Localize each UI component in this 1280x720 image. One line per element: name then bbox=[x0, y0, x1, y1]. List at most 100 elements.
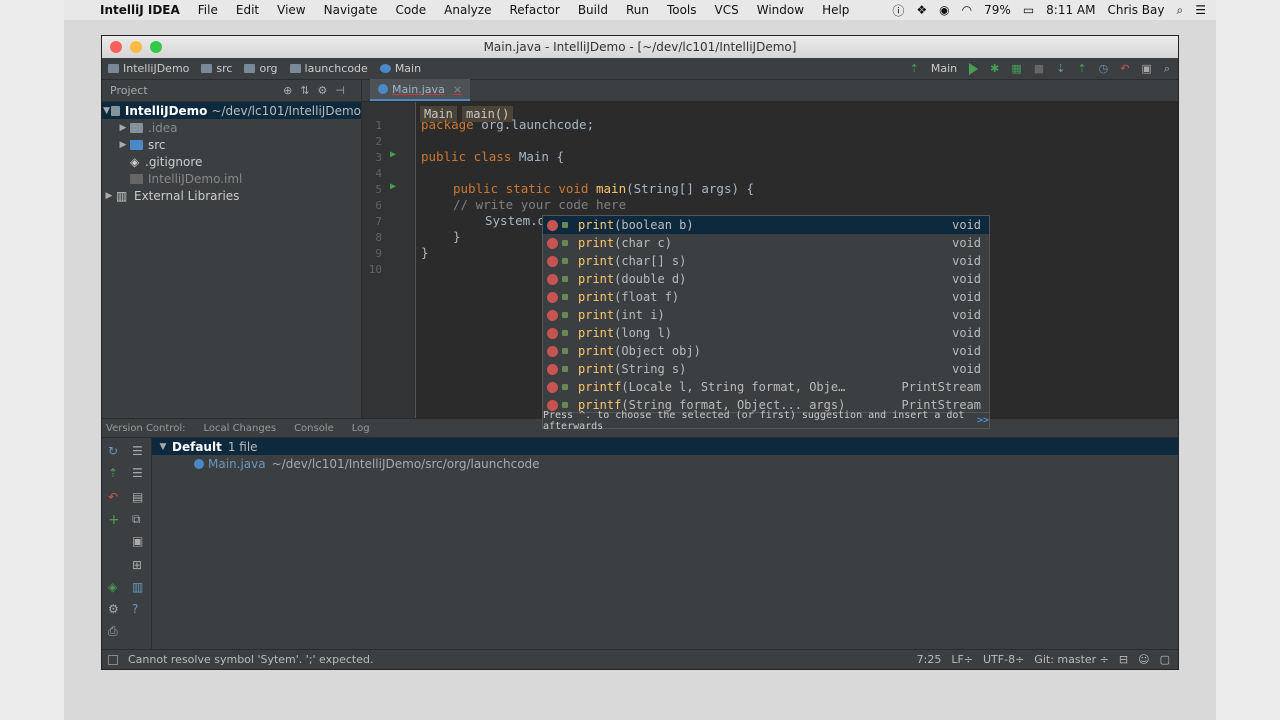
completion-item[interactable]: print (long l) void bbox=[543, 324, 989, 342]
tree-item-iml[interactable]: IntelliJDemo.iml bbox=[102, 170, 361, 187]
chevron-down-icon[interactable]: ▼ bbox=[102, 106, 111, 116]
dropbox-icon[interactable]: ❖ bbox=[916, 3, 927, 17]
run-icon[interactable] bbox=[969, 62, 979, 75]
rollback-icon[interactable]: ↶ bbox=[108, 490, 120, 504]
completion-item[interactable]: printf (Locale l, String format, Obje… Pri… bbox=[543, 378, 989, 396]
close-icon[interactable]: × bbox=[453, 83, 462, 96]
completion-item[interactable]: print (float f) void bbox=[543, 288, 989, 306]
revert-icon[interactable]: ↶ bbox=[1120, 62, 1129, 75]
menu-window[interactable]: Window bbox=[757, 3, 804, 17]
run-gutter-icon[interactable]: ▶ bbox=[390, 149, 396, 160]
update-icon[interactable]: ◈ bbox=[108, 580, 120, 594]
tree-item-gitignore[interactable]: ◈ .gitignore bbox=[102, 153, 361, 170]
vcs-history-icon[interactable]: ◷ bbox=[1099, 62, 1109, 75]
stop-icon[interactable]: ■ bbox=[1034, 62, 1044, 75]
crumb-launchcode[interactable]: launchcode bbox=[289, 62, 368, 75]
battery-icon[interactable]: ▭ bbox=[1023, 3, 1034, 17]
changelist-default[interactable]: ▼ Default 1 file bbox=[152, 438, 1178, 455]
tree-item-src[interactable]: ▶ src bbox=[102, 136, 361, 153]
vcs-commit-icon[interactable]: ⇡ bbox=[1077, 62, 1086, 75]
tab-main-java[interactable]: Main.java × bbox=[370, 79, 471, 101]
spotlight-icon[interactable]: ⌕ bbox=[1177, 3, 1184, 18]
zoom-button[interactable] bbox=[150, 41, 162, 53]
notification-center-icon[interactable]: ☰ bbox=[1195, 3, 1206, 17]
tree-item-idea[interactable]: ▶ .idea bbox=[102, 119, 361, 136]
git-branch[interactable]: Git: master ÷ bbox=[1034, 653, 1109, 666]
crumb-main[interactable]: Main bbox=[379, 62, 421, 75]
changed-file[interactable]: Main.java ~/dev/lc101/IntelliJDemo/src/o… bbox=[152, 455, 1178, 472]
copy-icon[interactable]: ⧉ bbox=[132, 512, 144, 526]
print-icon[interactable]: ⎙ bbox=[108, 624, 120, 638]
diff-icon[interactable]: ⊞ bbox=[132, 558, 144, 572]
group-icon[interactable]: ▤ bbox=[132, 490, 144, 504]
menu-view[interactable]: View bbox=[277, 3, 305, 17]
chevron-right-icon[interactable]: ▶ bbox=[102, 191, 116, 201]
menu-build[interactable]: Build bbox=[578, 3, 608, 17]
hint-more-link[interactable]: >> bbox=[977, 415, 989, 426]
chevron-right-icon[interactable]: ▶ bbox=[116, 123, 130, 133]
menu-navigate[interactable]: Navigate bbox=[324, 3, 378, 17]
completion-item[interactable]: print (boolean b) void bbox=[543, 216, 989, 234]
lock-icon[interactable]: ⊟ bbox=[1119, 653, 1128, 666]
menu-file[interactable]: File bbox=[198, 3, 218, 17]
crumb-src[interactable]: src bbox=[201, 62, 232, 75]
tab-log[interactable]: Log bbox=[352, 423, 370, 434]
battery-percent[interactable]: 79% bbox=[984, 3, 1011, 17]
completion-item[interactable]: print (char c) void bbox=[543, 234, 989, 252]
help-icon[interactable]: ? bbox=[132, 602, 144, 616]
settings-icon[interactable]: ⚙ bbox=[108, 602, 120, 616]
search-icon[interactable]: ⌕ bbox=[1164, 62, 1170, 76]
menu-help[interactable]: Help bbox=[822, 3, 849, 17]
menu-refactor[interactable]: Refactor bbox=[509, 3, 559, 17]
close-button[interactable] bbox=[110, 41, 122, 53]
tool-windows-icon[interactable] bbox=[108, 654, 118, 665]
expand-icon[interactable]: ☰ bbox=[132, 466, 144, 480]
completion-item[interactable]: print (double d) void bbox=[543, 270, 989, 288]
chevron-down-icon[interactable]: ▼ bbox=[156, 442, 170, 452]
record-icon[interactable]: ◉ bbox=[939, 3, 949, 17]
menu-tools[interactable]: Tools bbox=[667, 3, 697, 17]
minimize-button[interactable] bbox=[130, 41, 142, 53]
refresh-icon[interactable]: ↻ bbox=[108, 444, 120, 458]
collapse-icon[interactable]: ☰ bbox=[132, 444, 144, 458]
menu-vcs[interactable]: VCS bbox=[715, 3, 739, 17]
project-structure-icon[interactable]: ▣ bbox=[1141, 62, 1151, 75]
project-panel-tools-icon[interactable]: ⊕⇅⚙⊣ bbox=[283, 84, 353, 97]
menu-run[interactable]: Run bbox=[626, 3, 649, 17]
tab-console[interactable]: Console bbox=[294, 423, 334, 434]
crumb-project[interactable]: IntelliJDemo bbox=[108, 62, 189, 75]
caret-position[interactable]: 7:25 bbox=[917, 653, 942, 666]
completion-item[interactable]: print (String s) void bbox=[543, 360, 989, 378]
vcs-update-icon[interactable]: ⇣ bbox=[1056, 62, 1065, 75]
tree-item-external-libraries[interactable]: ▶ ▥ External Libraries bbox=[102, 187, 361, 204]
app-menu[interactable]: IntelliJ IDEA bbox=[100, 3, 180, 17]
tab-version-control[interactable]: Version Control: bbox=[106, 423, 185, 434]
completion-item[interactable]: print (Object obj) void bbox=[543, 342, 989, 360]
chevron-right-icon[interactable]: ▶ bbox=[116, 140, 130, 150]
user-name[interactable]: Chris Bay bbox=[1107, 3, 1164, 17]
completion-item[interactable]: print (int i) void bbox=[543, 306, 989, 324]
new-changelist-icon[interactable]: + bbox=[108, 512, 120, 528]
menu-analyze[interactable]: Analyze bbox=[444, 3, 491, 17]
info-icon[interactable]: ⓘ bbox=[892, 2, 904, 19]
inspector-icon[interactable]: ☺ bbox=[1138, 653, 1149, 666]
shelve-icon[interactable]: ▣ bbox=[132, 534, 144, 548]
tree-root[interactable]: ▼ IntelliJDemo ~/dev/lc101/IntelliJDemo bbox=[102, 102, 361, 119]
run-gutter-icon[interactable]: ▶ bbox=[390, 181, 396, 192]
clock[interactable]: 8:11 AM bbox=[1046, 3, 1095, 17]
crumb-org[interactable]: org bbox=[244, 62, 278, 75]
event-log-icon[interactable]: ▢ bbox=[1160, 653, 1170, 666]
debug-icon[interactable]: ✱ bbox=[990, 62, 999, 75]
wifi-icon[interactable]: ◠ bbox=[962, 3, 972, 17]
project-view-select[interactable]: Project bbox=[110, 84, 148, 97]
menu-code[interactable]: Code bbox=[395, 3, 426, 17]
menu-edit[interactable]: Edit bbox=[236, 3, 259, 17]
preview-icon[interactable]: ▥ bbox=[132, 580, 144, 594]
run-config-select[interactable]: Main bbox=[931, 62, 957, 75]
line-separator[interactable]: LF÷ bbox=[951, 653, 973, 666]
file-encoding[interactable]: UTF-8÷ bbox=[983, 653, 1024, 666]
code-area[interactable]: 1 2 3 4 5 6 7 8 9 10 ▶ ▶ Main main() pac… bbox=[362, 102, 1178, 432]
tab-local-changes[interactable]: Local Changes bbox=[203, 423, 276, 434]
commit-icon[interactable]: ⇡ bbox=[108, 466, 120, 480]
coverage-icon[interactable]: ▦ bbox=[1011, 62, 1021, 75]
